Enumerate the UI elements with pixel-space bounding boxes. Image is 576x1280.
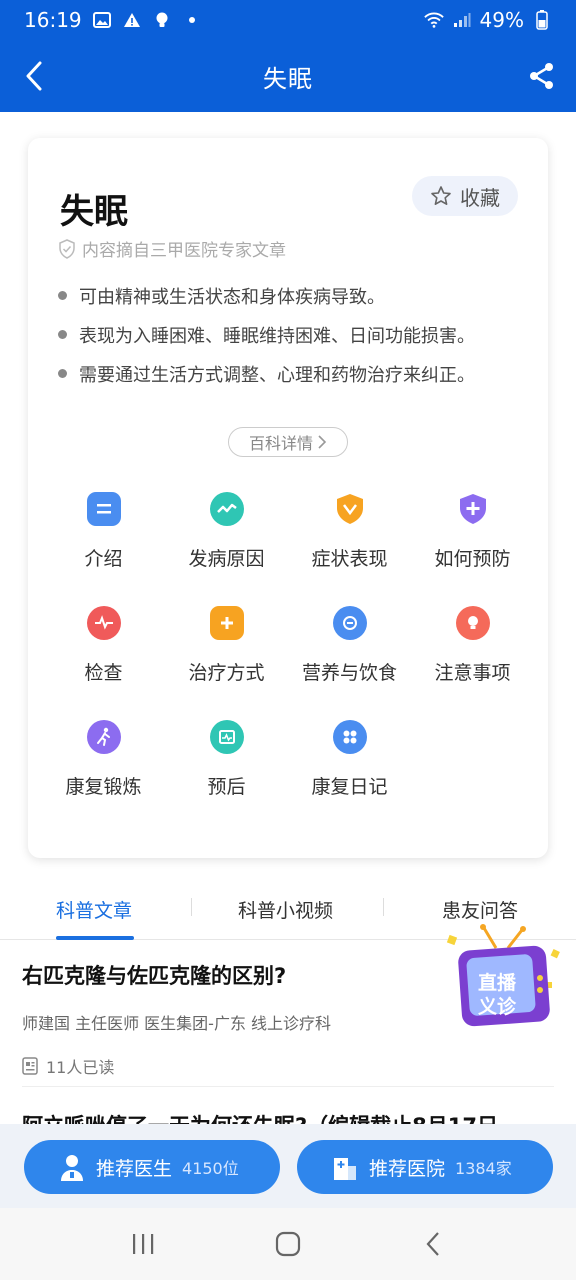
tab-videos[interactable]: 科普小视频 xyxy=(238,896,333,923)
diet-icon xyxy=(332,606,367,640)
divider xyxy=(22,1086,554,1087)
share-icon xyxy=(530,63,553,89)
signal-icon xyxy=(452,10,472,30)
encyclopedia-detail-button[interactable]: 百科详情 xyxy=(228,427,348,457)
home-icon xyxy=(275,1231,301,1257)
favorite-button[interactable]: 收藏 xyxy=(412,176,518,216)
live-consultation-badge[interactable]: 直播 义诊 xyxy=(446,922,564,1034)
category-exercise[interactable]: 康复锻炼 xyxy=(42,716,165,808)
live-line2: 义诊 xyxy=(478,996,517,1018)
doctor-count: 4150位 xyxy=(182,1159,239,1178)
status-time: 16:19 xyxy=(24,8,82,32)
treatment-icon xyxy=(209,606,244,640)
exercise-icon xyxy=(86,720,121,754)
hospital-icon xyxy=(334,1158,356,1180)
tab-articles[interactable]: 科普文章 xyxy=(56,896,132,923)
image-notification-icon xyxy=(92,10,112,30)
active-tab-indicator xyxy=(56,936,134,940)
reads-count: 11人已读 xyxy=(46,1058,115,1077)
recent-apps-button[interactable] xyxy=(123,1224,163,1264)
hospital-count: 1384家 xyxy=(455,1159,512,1178)
recommend-hospital-button[interactable]: 推荐医院 1384家 xyxy=(297,1140,553,1194)
tab-qa[interactable]: 患友问答 xyxy=(442,896,518,923)
document-icon xyxy=(22,1057,38,1075)
summary-item: 表现为入睡困难、睡眠维持困难、日间功能损害。 xyxy=(58,315,528,354)
summary-item: 可由精神或生活状态和身体疾病导致。 xyxy=(58,276,528,315)
shield-check-icon xyxy=(59,238,75,259)
live-line1: 直播 xyxy=(478,972,517,994)
warning-icon xyxy=(122,10,142,30)
dot-icon xyxy=(182,10,202,30)
source-note: 内容摘自三甲医院专家文章 xyxy=(58,236,286,261)
status-bar: 16:19 49% xyxy=(0,0,576,40)
system-back-icon xyxy=(426,1232,440,1256)
category-diet[interactable]: 营养与饮食 xyxy=(288,602,411,694)
chevron-right-icon xyxy=(318,435,327,449)
article-reads: 11人已读 xyxy=(22,1054,552,1078)
tab-divider xyxy=(191,898,192,916)
summary-item: 需要通过生活方式调整、心理和药物治疗来纠正。 xyxy=(58,354,528,393)
favorite-label: 收藏 xyxy=(460,185,500,210)
hospital-label: 推荐医院 xyxy=(369,1157,446,1180)
wifi-icon xyxy=(423,10,444,30)
detail-label: 百科详情 xyxy=(248,434,313,453)
prevent-icon xyxy=(456,492,490,526)
back-button[interactable] xyxy=(14,56,54,96)
bulb-icon xyxy=(152,10,172,30)
disease-title: 失眠 xyxy=(60,192,128,232)
system-back-button[interactable] xyxy=(413,1224,453,1264)
recommend-doctor-button[interactable]: 推荐医生 4150位 xyxy=(24,1140,280,1194)
share-button[interactable] xyxy=(522,56,562,96)
category-notice[interactable]: 注意事项 xyxy=(411,602,534,694)
cause-icon xyxy=(209,492,244,526)
star-icon xyxy=(431,186,451,205)
category-cause[interactable]: 发病原因 xyxy=(165,488,288,580)
category-grid: 介绍 发病原因 症状表现 如何预防 检查 治疗方式 营养与饮食 注意事项 康复锻… xyxy=(42,488,534,808)
symptom-icon xyxy=(333,492,367,526)
system-nav-bar xyxy=(0,1208,576,1280)
home-button[interactable] xyxy=(268,1224,308,1264)
doctor-label: 推荐医生 xyxy=(96,1157,173,1180)
category-treatment[interactable]: 治疗方式 xyxy=(165,602,288,694)
category-symptom[interactable]: 症状表现 xyxy=(288,488,411,580)
category-exam[interactable]: 检查 xyxy=(42,602,165,694)
doctor-icon xyxy=(61,1155,83,1181)
category-prevent[interactable]: 如何预防 xyxy=(411,488,534,580)
diary-icon xyxy=(332,720,367,754)
exam-icon xyxy=(86,606,121,640)
recent-apps-icon xyxy=(132,1234,153,1254)
tab-divider xyxy=(383,898,384,916)
category-prognosis[interactable]: 预后 xyxy=(165,716,288,808)
page-title: 失眠 xyxy=(263,64,313,93)
notice-icon xyxy=(455,606,490,640)
recommend-bar: 推荐医生 4150位 推荐医院 1384家 xyxy=(0,1124,576,1208)
battery-icon xyxy=(532,10,552,30)
intro-icon xyxy=(86,492,121,526)
category-diary[interactable]: 康复日记 xyxy=(288,716,411,808)
disease-card: 失眠 收藏 内容摘自三甲医院专家文章 可由精神或生活状态和身体疾病导致。 表现为… xyxy=(28,138,548,858)
nav-bar: 失眠 xyxy=(0,40,576,112)
prognosis-icon xyxy=(209,720,244,754)
back-arrow-icon xyxy=(26,61,42,91)
summary-list: 可由精神或生活状态和身体疾病导致。 表现为入睡困难、睡眠维持困难、日间功能损害。… xyxy=(58,276,528,393)
battery-percent: 49% xyxy=(479,8,524,32)
source-text: 内容摘自三甲医院专家文章 xyxy=(82,241,286,261)
category-intro[interactable]: 介绍 xyxy=(42,488,165,580)
